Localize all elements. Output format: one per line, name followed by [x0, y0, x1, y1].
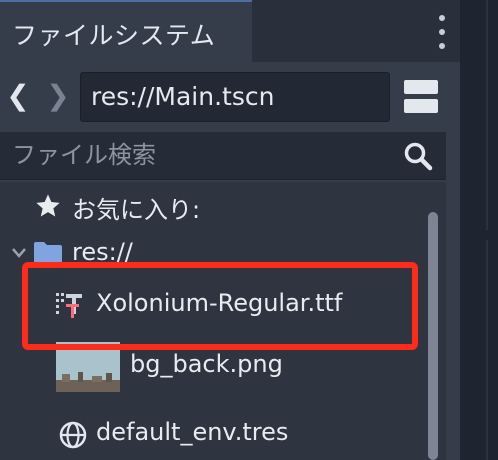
scrollbar-thumb[interactable] [428, 212, 438, 460]
tab-filesystem-label: ファイルシステム [12, 21, 216, 50]
split-mode-button[interactable] [404, 80, 438, 114]
dock-menu-icon[interactable] [432, 14, 452, 50]
file-search-input[interactable] [0, 132, 402, 178]
panel-divider [486, 0, 488, 230]
filesystem-dock: ファイルシステム ❮ ❯ res://Main.tscn お気に入り: [0, 0, 460, 460]
tab-filesystem[interactable]: ファイルシステム [0, 0, 252, 62]
favorites-label: お気に入り: [72, 196, 201, 224]
file-name: default_env.tres [96, 418, 289, 446]
forward-button[interactable]: ❯ [44, 80, 72, 114]
panel-divider [486, 240, 488, 460]
tree-scrollbar[interactable] [428, 212, 438, 460]
file-search-bar [0, 132, 446, 180]
environment-globe-icon [59, 421, 87, 449]
search-icon[interactable] [402, 140, 434, 172]
tree-item-favorites[interactable]: お気に入り: [0, 182, 420, 232]
dock-tab-bar: ファイルシステム [0, 0, 460, 62]
adjacent-panel [460, 0, 498, 460]
file-name: bg_back.png [130, 350, 283, 378]
back-button[interactable]: ❮ [4, 80, 32, 114]
path-field[interactable]: res://Main.tscn [80, 72, 390, 122]
star-icon [36, 194, 60, 217]
tree-item-file[interactable]: default_env.tres [0, 410, 420, 460]
highlight-box [22, 262, 418, 350]
chevron-down-icon[interactable] [10, 246, 28, 260]
current-path-text: res://Main.tscn [91, 82, 275, 111]
